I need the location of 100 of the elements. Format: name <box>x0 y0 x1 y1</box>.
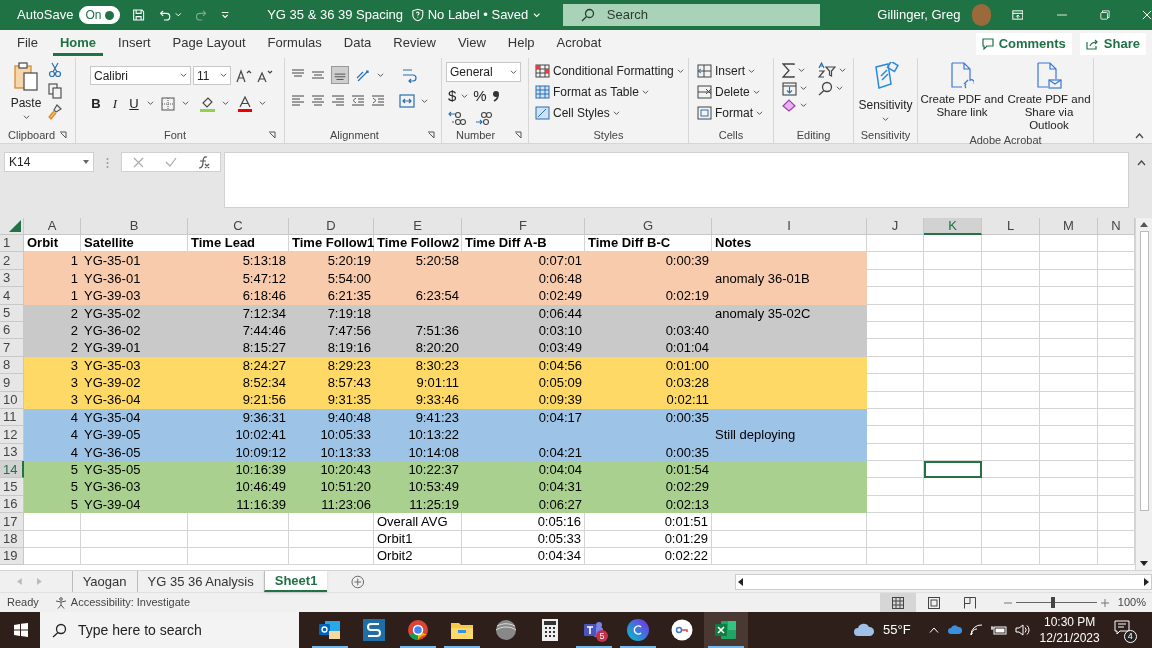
dialog-launcher-icon[interactable] <box>268 131 276 139</box>
clock-date[interactable]: 12/21/2023 <box>1039 630 1100 646</box>
sort-filter-icon[interactable] <box>817 62 836 78</box>
collapse-formula-bar-icon[interactable] <box>1137 160 1146 166</box>
clock-time[interactable]: 10:30 PM <box>1043 614 1096 630</box>
check-icon[interactable] <box>164 157 177 167</box>
caret-icon[interactable] <box>641 88 649 96</box>
scroll-up-icon[interactable] <box>1140 222 1148 227</box>
column-header[interactable]: I <box>712 218 867 235</box>
cells-menu-button[interactable]: Delete <box>697 83 773 101</box>
row-header[interactable]: 19 <box>0 548 24 566</box>
caret-icon[interactable] <box>421 97 428 105</box>
fill-color-icon[interactable] <box>200 95 215 112</box>
accessibility-status[interactable]: Accessibility: Investigate <box>70 594 190 611</box>
font-name-dropdown[interactable]: Calibri <box>90 66 191 85</box>
caret-icon[interactable] <box>798 66 805 74</box>
comma-style-icon[interactable] <box>491 90 500 103</box>
formula-input[interactable] <box>224 152 1129 208</box>
row-header[interactable]: 17 <box>0 513 24 531</box>
caret-icon[interactable] <box>756 109 763 117</box>
cloud-sync-icon[interactable] <box>947 625 962 635</box>
battery-icon[interactable] <box>990 625 1007 635</box>
name-box[interactable]: K14 <box>4 152 94 172</box>
scroll-left-icon[interactable] <box>737 577 743 586</box>
column-header[interactable]: M <box>1040 218 1098 235</box>
zoom-level[interactable]: 100% <box>1117 594 1146 611</box>
caret-icon[interactable] <box>175 11 182 19</box>
menu-tab[interactable]: Review <box>386 32 443 56</box>
menu-tab[interactable]: Page Layout <box>165 32 253 56</box>
start-icon[interactable] <box>14 623 28 637</box>
bold-button[interactable]: B <box>90 94 102 114</box>
create-pdf-button[interactable]: Create PDF and Share via Outlook <box>1007 62 1091 132</box>
row-header[interactable]: 12 <box>0 426 24 444</box>
column-header[interactable]: D <box>289 218 374 235</box>
row-header[interactable]: 9 <box>0 374 24 392</box>
caret-icon[interactable] <box>752 88 760 96</box>
row-header[interactable]: 1 <box>0 235 24 253</box>
weather-temperature[interactable]: 55°F <box>883 620 911 640</box>
caret-icon[interactable] <box>147 100 154 108</box>
vertical-scrollbar[interactable] <box>1135 218 1152 570</box>
column-header[interactable]: F <box>462 218 585 235</box>
wrap-text-icon[interactable] <box>402 67 417 83</box>
row-header[interactable]: 4 <box>0 287 24 305</box>
chevron-up-icon[interactable] <box>928 627 939 633</box>
caret-icon[interactable] <box>838 66 846 74</box>
font-color-icon[interactable] <box>238 95 252 112</box>
collapse-ribbon-icon[interactable] <box>1135 133 1144 139</box>
caret-icon[interactable] <box>748 67 755 75</box>
dialog-launcher-icon[interactable] <box>514 131 522 139</box>
add-sheet-icon[interactable] <box>351 574 365 589</box>
align-bottom-icon[interactable] <box>331 66 349 84</box>
scroll-right-icon[interactable] <box>1144 577 1149 586</box>
caret-icon[interactable] <box>377 71 384 79</box>
row-header[interactable]: 7 <box>0 339 24 357</box>
decrease-font-size-icon[interactable] <box>257 68 273 83</box>
menu-tab[interactable]: Formulas <box>260 32 329 56</box>
taskbar-search-field[interactable]: Type here to search <box>40 612 299 648</box>
caret-icon[interactable] <box>533 10 541 20</box>
speaker-icon[interactable] <box>1014 624 1030 636</box>
caret-icon[interactable] <box>222 100 229 108</box>
menu-tab[interactable]: Data <box>336 32 379 56</box>
caret-icon[interactable] <box>259 100 266 108</box>
zoom-slider[interactable] <box>1015 596 1097 609</box>
caret-icon[interactable] <box>676 67 684 75</box>
share-button[interactable]: Share <box>1079 33 1146 55</box>
styles-menu-button[interactable]: Cell Styles <box>535 104 688 122</box>
select-all-icon[interactable] <box>9 220 21 232</box>
caret-icon[interactable] <box>461 92 469 100</box>
row-header[interactable]: 2 <box>0 252 24 270</box>
increase-font-size-icon[interactable] <box>236 68 252 83</box>
column-header[interactable]: A <box>24 218 81 235</box>
zoom-slider-thumb[interactable] <box>1051 597 1056 608</box>
font-size-dropdown[interactable]: 11 <box>193 66 231 85</box>
comments-button[interactable]: Comments <box>975 33 1072 55</box>
cells-menu-button[interactable]: Insert <box>697 62 773 80</box>
restore-icon[interactable] <box>1100 9 1111 21</box>
notifications-icon[interactable] <box>1113 620 1130 635</box>
horizontal-scrollbar[interactable] <box>734 573 1152 590</box>
column-header[interactable]: E <box>374 218 462 235</box>
underline-button[interactable]: U <box>128 94 140 114</box>
menu-tab[interactable]: Insert <box>111 32 158 56</box>
column-header[interactable]: C <box>188 218 289 235</box>
insert-function-icon[interactable] <box>197 155 210 169</box>
italic-button[interactable]: I <box>109 94 121 114</box>
wifi-icon[interactable] <box>969 624 983 636</box>
zoom-in-icon[interactable] <box>1100 598 1109 607</box>
accessibility-icon[interactable] <box>54 596 67 609</box>
eraser-icon[interactable] <box>782 99 797 112</box>
row-header[interactable]: 14 <box>0 461 24 479</box>
text-orientation-icon[interactable] <box>355 68 371 82</box>
menu-tab[interactable]: File <box>10 32 45 56</box>
column-header[interactable]: K <box>924 218 982 235</box>
caret-icon[interactable] <box>835 85 843 92</box>
sensitivity-status[interactable]: No Label • Saved <box>427 5 529 25</box>
ribbon-display-icon[interactable] <box>1011 9 1024 21</box>
caret-icon[interactable] <box>612 109 620 117</box>
column-header[interactable]: G <box>585 218 712 235</box>
save-icon[interactable] <box>131 7 145 23</box>
taskbar-app-button[interactable]: 5 <box>572 612 616 648</box>
sheet-tab[interactable]: Sheet1 <box>263 571 328 592</box>
